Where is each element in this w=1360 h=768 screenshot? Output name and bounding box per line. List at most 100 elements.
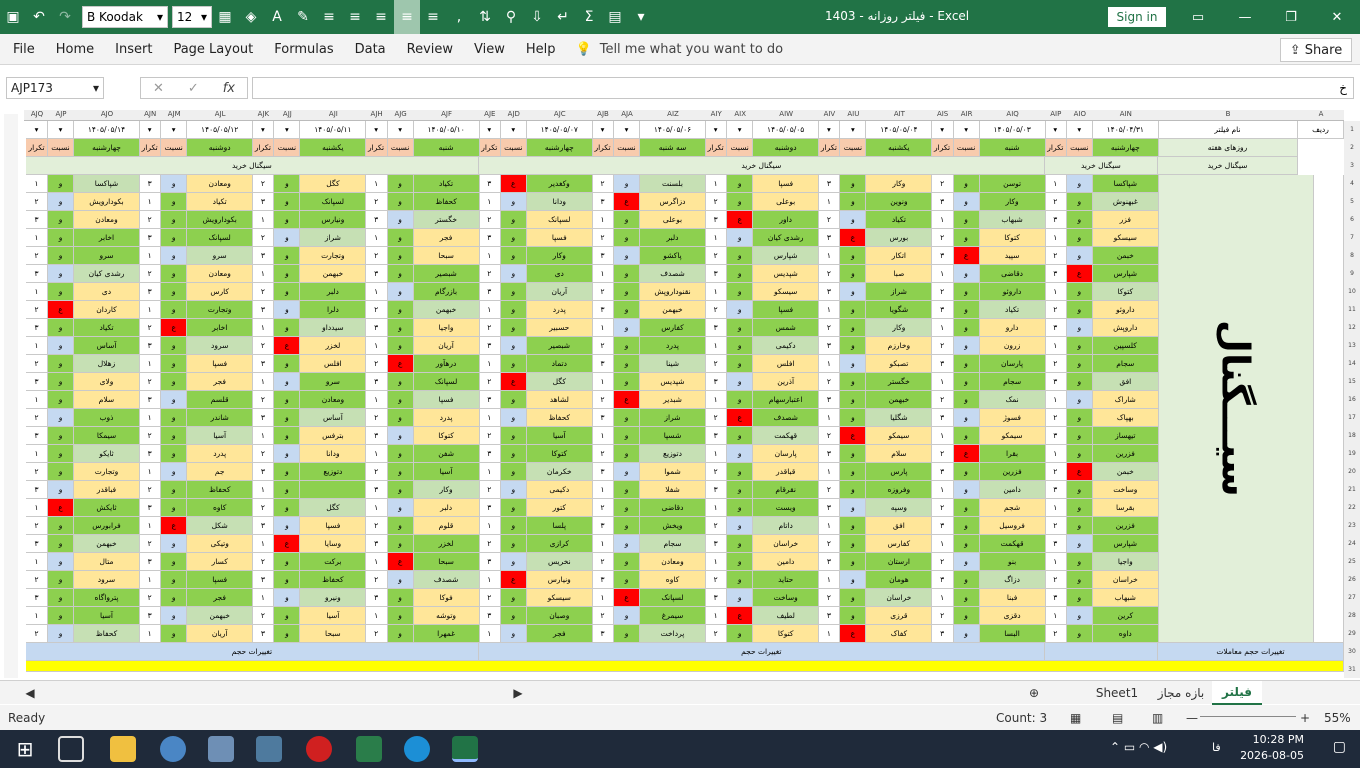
repeat-cell[interactable]: ۳: [818, 337, 841, 355]
repeat-cell[interactable]: ۳: [592, 247, 614, 265]
repeat-cell[interactable]: ۲: [931, 445, 954, 463]
symbol-cell[interactable]: دقزی: [979, 607, 1046, 625]
symbol-cell[interactable]: شکل: [187, 517, 254, 535]
repeat-cell[interactable]: ۲: [705, 463, 728, 481]
repeat-cell[interactable]: ۲: [365, 247, 388, 265]
sheet-cells[interactable]: ردیف نام فیلتر روزهای هفته سیگنال خرید سیـــ…: [24, 121, 1344, 678]
ratio-cell[interactable]: و: [953, 625, 980, 643]
symbol-cell[interactable]: وخارزم: [866, 337, 933, 355]
repeat-cell[interactable]: ۳: [1044, 535, 1067, 553]
repeat-cell[interactable]: ۳: [931, 301, 954, 319]
repeat-cell[interactable]: ۳: [26, 265, 48, 283]
repeat-cell[interactable]: ۱: [592, 535, 614, 553]
ratio-cell[interactable]: و: [161, 265, 188, 283]
repeat-cell[interactable]: ۲: [365, 571, 388, 589]
ratio-cell[interactable]: و: [274, 265, 301, 283]
formula-input[interactable]: خ: [252, 77, 1354, 99]
ratio-cell[interactable]: و: [387, 337, 414, 355]
zoom-out-icon[interactable]: —: [1186, 711, 1198, 725]
ratio-cell[interactable]: و: [387, 535, 414, 553]
worksheet-grid[interactable]: AIN AIO AIP AIQ AIR AIS AIT AIU AIV AIW AIX AIY AIZ A…: [0, 110, 1360, 678]
ratio-cell[interactable]: و: [727, 247, 754, 265]
filter-dropdown[interactable]: ▾: [365, 121, 388, 139]
ratio-cell[interactable]: ع: [840, 229, 867, 247]
volume-band[interactable]: [1044, 643, 1158, 661]
ratio-cell[interactable]: و: [953, 589, 980, 607]
repeat-cell[interactable]: ۱: [592, 211, 614, 229]
repeat-cell[interactable]: ۲: [365, 409, 388, 427]
ratio-cell[interactable]: و: [1066, 301, 1093, 319]
symbol-cell[interactable]: غمهرا: [413, 625, 480, 643]
repeat-cell[interactable]: ۲: [818, 427, 841, 445]
ratio-cell[interactable]: و: [1066, 481, 1093, 499]
repeat-cell[interactable]: ۱: [365, 283, 388, 301]
filter-dropdown[interactable]: ▾: [48, 121, 74, 139]
repeat-cell[interactable]: ۱: [478, 355, 501, 373]
repeat-cell[interactable]: ۲: [26, 571, 48, 589]
symbol-cell[interactable]: تکیاد: [187, 193, 254, 211]
repeat-cell[interactable]: ۳: [478, 391, 501, 409]
symbol-cell[interactable]: افق: [866, 517, 933, 535]
row-number[interactable]: 31: [1344, 666, 1360, 673]
row-number[interactable]: 5: [1344, 198, 1360, 205]
repeat-cell[interactable]: ۲: [26, 355, 48, 373]
ratio-cell[interactable]: و: [161, 481, 188, 499]
symbol-cell[interactable]: ودانا: [526, 193, 593, 211]
column-letter[interactable]: AIU: [840, 110, 866, 118]
ratio-cell[interactable]: و: [1066, 229, 1093, 247]
symbol-cell[interactable]: لخزر: [413, 535, 480, 553]
filter-dropdown[interactable]: ▾: [592, 121, 614, 139]
repeat-cell[interactable]: ۳: [931, 193, 954, 211]
symbol-cell[interactable]: نمک: [979, 391, 1046, 409]
repeat-cell[interactable]: ۳: [478, 337, 501, 355]
symbol-cell[interactable]: سرود: [74, 571, 140, 589]
ratio-cell[interactable]: ع: [727, 211, 754, 229]
repeat-cell[interactable]: ۱: [1044, 445, 1067, 463]
ratio-cell[interactable]: و: [161, 445, 188, 463]
repeat-cell[interactable]: ۳: [478, 283, 501, 301]
ratio-cell[interactable]: و: [840, 211, 867, 229]
date-cell[interactable]: ۱۴۰۵/۰۵/۰۴: [866, 121, 933, 139]
repeat-cell[interactable]: ۳: [931, 355, 954, 373]
ratio-cell[interactable]: و: [614, 211, 640, 229]
repeat-cell[interactable]: ۳: [478, 175, 501, 193]
new-sheet-icon[interactable]: ⊕: [1024, 681, 1044, 705]
zoom-slider[interactable]: [1200, 716, 1296, 717]
repeat-cell[interactable]: ۱: [478, 301, 501, 319]
ratio-cell[interactable]: و: [274, 517, 301, 535]
share-button[interactable]: ⇪ Share: [1280, 38, 1352, 62]
repeat-cell[interactable]: ۳: [252, 193, 275, 211]
filter-dropdown[interactable]: ▾: [387, 121, 414, 139]
row-number[interactable]: 2: [1344, 144, 1360, 151]
symbol-cell[interactable]: خگستر: [866, 373, 933, 391]
ratio-cell[interactable]: و: [840, 445, 867, 463]
row-number[interactable]: 25: [1344, 558, 1360, 565]
symbol-cell[interactable]: پارسان: [979, 355, 1046, 373]
column-letter[interactable]: AIX: [727, 110, 753, 118]
repeat-cell[interactable]: ۲: [592, 553, 614, 571]
repeat-cell[interactable]: ۲: [818, 319, 841, 337]
buy-signal-band[interactable]: سیگنال خرید: [1044, 157, 1158, 175]
symbol-cell[interactable]: شفلا: [640, 481, 706, 499]
ratio-cell[interactable]: و: [840, 265, 867, 283]
ratio-cell[interactable]: و: [727, 535, 754, 553]
column-letter[interactable]: AJI: [300, 110, 366, 118]
ratio-cell[interactable]: و: [500, 625, 527, 643]
ratio-cell[interactable]: و: [48, 535, 74, 553]
repeat-cell[interactable]: ۲: [139, 589, 162, 607]
repeat-cell[interactable]: ۲: [1044, 301, 1067, 319]
ratio-cell[interactable]: و: [161, 283, 188, 301]
ratio-cell[interactable]: و: [840, 535, 867, 553]
tab-help[interactable]: Help: [518, 42, 564, 57]
ratio-cell[interactable]: و: [727, 445, 754, 463]
ratio-cell[interactable]: و: [48, 553, 74, 571]
repeat-cell[interactable]: ۲: [592, 499, 614, 517]
language-indicator[interactable]: فا: [1212, 741, 1221, 754]
ratio-cell[interactable]: و: [1066, 211, 1093, 229]
ratio-cell[interactable]: ع: [500, 373, 527, 391]
ratio-cell[interactable]: و: [500, 319, 527, 337]
symbol-cell[interactable]: سبحا: [300, 625, 367, 643]
ratio-cell[interactable]: و: [727, 175, 754, 193]
ratio-label[interactable]: نسبت: [727, 139, 754, 157]
repeat-cell[interactable]: ۳: [252, 301, 275, 319]
